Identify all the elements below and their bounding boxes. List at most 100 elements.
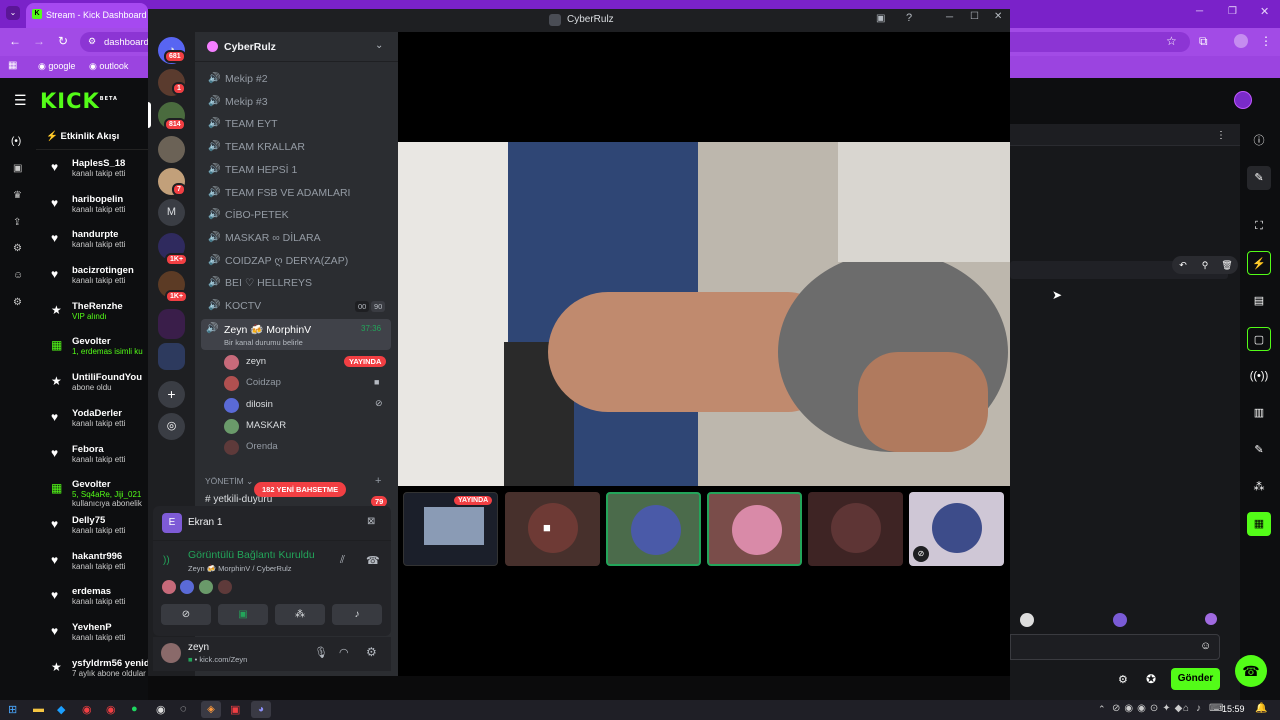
voice-channel[interactable]: 🔊 TEAM FSB VE ADAMLARI [205,183,393,203]
category-header[interactable]: YÖNETİM ⌄ [205,476,253,487]
volume-icon[interactable]: ♪ [1196,703,1201,714]
new-mentions-pill[interactable]: 182 YENİ BAHSETME [254,482,347,497]
close-screen-icon[interactable]: ⊠ [367,516,375,527]
voice-channel[interactable]: 🔊 BEI ♡ HELLREYS [205,273,393,293]
rail-dashboard-icon[interactable]: ▣ [13,163,22,174]
thumb-orenda[interactable] [808,492,903,566]
feed-item[interactable]: ♥ Febora kanalı takip etti [36,444,148,480]
voice-user[interactable]: dilosin [222,395,388,415]
server-icon-m[interactable]: M [158,199,185,226]
user-avatar[interactable] [161,643,181,663]
feed-username[interactable]: Delly75 [72,515,148,526]
app-icon-active-1[interactable]: ◈ [201,701,221,718]
maximize-browser-icon[interactable]: ❐ [1228,6,1237,17]
back-icon[interactable]: ← [9,34,21,48]
record-icon[interactable]: ◉ [106,703,116,716]
video-off-button[interactable]: ⊘ [161,604,211,625]
voice-user[interactable]: Orenda [222,437,388,457]
obs-icon[interactable]: ◌ [180,703,187,715]
site-info-icon[interactable]: ⚙ [88,36,96,47]
user-name[interactable]: zeyn [188,642,209,653]
notes-icon[interactable]: ▤ [1247,289,1271,313]
reload-icon[interactable]: ↻ [58,34,68,48]
feed-username[interactable]: Gevolter [72,336,148,347]
server-folder[interactable] [158,309,185,339]
feed-username[interactable]: ysfyldrm56 yeniden abone oldu. [72,658,148,669]
kick-logo[interactable]: KICKBETA [40,89,118,113]
bookmark-google[interactable]: ◉ google [38,61,75,72]
apps-grid-icon[interactable]: ▦ [8,60,17,71]
broadcast-icon[interactable]: ((•)) [1247,364,1271,388]
feed-item[interactable]: ★ UntiliFoundYou abone oldu [36,372,148,408]
chrome-icon[interactable]: ◉ [82,703,92,716]
connection-subtitle[interactable]: Zeyn 🍻 MorphinV / CyberRulz [188,564,292,573]
feed-item[interactable]: ♥ YodaDerler kanalı takip etti [36,408,148,444]
add-channel-icon[interactable]: + [375,475,381,487]
chat-settings-icon[interactable]: ⚙ [1118,673,1128,686]
close-browser-icon[interactable]: ✕ [1260,5,1269,18]
feed-item[interactable]: ♥ haribopelin kanalı takip etti [36,194,148,230]
voice-user[interactable]: Coidzap [222,373,388,393]
layers-icon[interactable]: ▥ [1247,401,1271,425]
feed-item[interactable]: ♥ handurpte kanalı takip etti [36,229,148,265]
nodes-icon[interactable]: ⁂ [1247,475,1271,499]
noise-suppression-icon[interactable]: ⫽ [340,554,345,567]
feed-item[interactable]: ▦ Gevolter 5, Sq4aRe, Jiji_021 kullanıcıya … [36,479,148,515]
voice-channel[interactable]: 🔊 TEAM KRALLAR [205,137,393,157]
send-button[interactable]: Gönder [1171,668,1220,690]
rail-upload-icon[interactable]: ⇪ [13,217,21,228]
connection-title[interactable]: Görüntülü Bağlantı Kuruldu [188,549,315,561]
feed-username[interactable]: erdemas [72,586,148,597]
thumb-coidzap[interactable]: ■ [505,492,600,566]
feed-item[interactable]: ♥ Delly75 kanalı takip etti [36,515,148,551]
network-icon[interactable]: ⌂ [1183,703,1189,714]
rail-users-icon[interactable]: ☺ [13,270,23,281]
voice-channel[interactable]: 🔊 Mekip #2 [205,69,393,89]
voice-channel[interactable]: 🔊 TEAM EYT [205,114,393,134]
steam-icon[interactable]: ◆ [57,703,65,716]
app-icon-red[interactable]: ▣ [230,703,240,716]
discord-maximize-icon[interactable]: ☐ [970,11,979,22]
feed-item[interactable]: ♥ erdemas kanalı takip etti [36,586,148,622]
feed-username[interactable]: haribopelin [72,194,148,205]
voice-channel[interactable]: 🔊 MASKAR ∞ DİLARA [205,228,393,248]
participant-avatar-3[interactable] [199,580,213,594]
participant-avatar-2[interactable] [180,580,194,594]
headphones-icon[interactable]: ◠ [339,646,349,659]
discord-close-icon[interactable]: ✕ [994,11,1002,22]
info-icon[interactable]: ⓘ [1247,129,1271,153]
feed-item[interactable]: ★ ysfyldrm56 yeniden abone oldu.7 aylık a… [36,658,148,694]
activities-button[interactable]: ⁂ [275,604,325,625]
notifications-icon[interactable]: 🔔 [1255,703,1267,714]
screen-share-button[interactable]: ▣ [218,604,268,625]
feed-username[interactable]: YevhenP [72,622,148,633]
participant-avatar-1[interactable] [162,580,176,594]
extensions-icon[interactable]: ⧉ [1199,34,1208,49]
help-icon[interactable]: ? [906,12,912,24]
edit-icon[interactable]: ✎ [1247,166,1271,190]
bookmark-outlook[interactable]: ◉ outlook [89,61,128,72]
bookmark-star-icon[interactable]: ☆ [1166,34,1177,48]
thumb-zeyn-stream[interactable]: YAYINDA [403,492,498,566]
thumb-user-6[interactable]: ⊘ [909,492,1004,566]
rail-gear-icon[interactable]: ⚙ [13,297,22,308]
disconnect-icon[interactable]: ☎ [366,554,380,567]
user-settings-icon[interactable]: ⚙ [366,645,377,659]
feed-username[interactable]: YodaDerler [72,408,148,419]
feed-item[interactable]: ♥ bacizrotingen kanalı takip etti [36,265,148,301]
discover-icon[interactable]: ◎ [158,413,185,440]
chat-input[interactable] [1010,634,1220,660]
clock[interactable]: 15:59 [1222,704,1245,714]
wrench-icon[interactable]: ✎ [1247,438,1271,462]
main-video-feed[interactable] [398,142,1010,486]
browser-icon[interactable]: ◉ [156,703,166,716]
feed-username[interactable]: HaplesS_18 [72,158,148,169]
start-icon[interactable]: ⊞ [8,703,17,716]
voice-channel[interactable]: 🔊 Mekip #3 [205,92,393,112]
feed-username[interactable]: bacizrotingen [72,265,148,276]
feed-item[interactable]: ♥ YevhenP kanalı takip etti [36,622,148,658]
kick-user-avatar[interactable] [1234,91,1252,109]
tray-chevron-icon[interactable]: ⌃ [1098,704,1106,715]
feed-item[interactable]: ♥ hakantr996 kanalı takip etti [36,551,148,587]
feed-username[interactable]: TheRenzhe [72,301,148,312]
